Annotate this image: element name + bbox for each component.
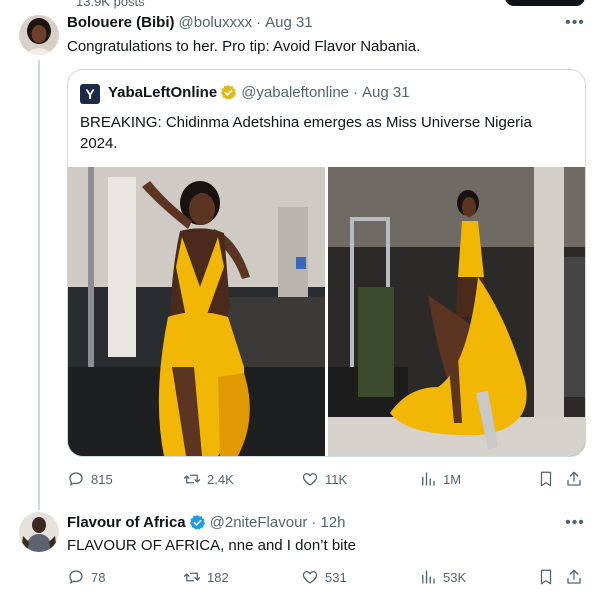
more-icon[interactable]: ••• (564, 15, 586, 32)
tweet-actions: 815 2.4K 11K 1M (67, 470, 584, 490)
posts-count: 13.9K posts (76, 0, 145, 9)
quote-author-name: YabaLeftOnline (108, 84, 218, 101)
share-button[interactable] (565, 568, 583, 586)
bookmark-button[interactable] (537, 470, 555, 488)
tweet-text: FLAVOUR OF AFRICA, nne and I don’t bite (67, 537, 357, 554)
author-handle[interactable]: @2niteFlavour (210, 514, 308, 531)
like-button[interactable]: 531 (301, 568, 347, 586)
bookmark-icon (540, 471, 552, 487)
avatar[interactable] (19, 15, 59, 55)
like-icon (302, 473, 318, 486)
author-handle[interactable]: @boluxxxx (179, 14, 253, 31)
separator-dot: · (353, 84, 359, 101)
author-name[interactable]: Bolouere (Bibi) (67, 14, 175, 31)
repost-icon (183, 572, 201, 582)
quoted-tweet[interactable]: Y YabaLeftOnline @yabaleftonline · Aug 3… (67, 69, 586, 457)
separator-dot: · (311, 514, 317, 531)
bookmark-button[interactable] (537, 568, 555, 586)
like-count: 531 (325, 569, 347, 585)
avatar[interactable] (19, 512, 59, 552)
reply-button[interactable]: 815 (67, 470, 113, 488)
photo-right[interactable] (328, 167, 585, 456)
quote-text: BREAKING: Chidinma Adetshina emerges as … (80, 114, 532, 152)
tweet-time[interactable]: 12h (320, 514, 345, 531)
thread-line (38, 60, 40, 510)
more-icon[interactable]: ••• (564, 515, 586, 532)
separator-dot: · (256, 14, 262, 31)
quote-time: Aug 31 (362, 84, 410, 101)
tweet-text: Congratulations to her. Pro tip: Avoid F… (67, 38, 421, 55)
header-button[interactable] (505, 0, 585, 6)
share-icon (567, 471, 581, 486)
quote-avatar: Y (80, 84, 100, 104)
reply-button[interactable]: 78 (67, 568, 105, 586)
repost-button[interactable]: 182 (183, 568, 229, 586)
reply-icon (69, 472, 83, 486)
tweet-actions: 78 182 531 53K (67, 568, 584, 588)
views-button[interactable]: 1M (419, 470, 461, 488)
share-button[interactable] (565, 470, 583, 488)
tweet-header: Bolouere (Bibi) @boluxxxx · Aug 31 (67, 14, 313, 31)
tweet-header: Flavour of Africa @2niteFlavour · 12h (67, 514, 345, 531)
views-icon (422, 570, 435, 584)
quote-author-handle: @yabaleftonline (241, 84, 350, 101)
verified-badge-icon (220, 84, 237, 101)
views-button[interactable]: 53K (419, 568, 466, 586)
repost-count: 2.4K (207, 471, 234, 487)
reply-count: 78 (91, 569, 106, 585)
tweet-time[interactable]: Aug 31 (265, 14, 313, 31)
like-count: 11K (325, 471, 348, 487)
repost-icon (183, 474, 201, 484)
bookmark-icon (540, 569, 552, 585)
repost-button[interactable]: 2.4K (183, 470, 234, 488)
like-icon (302, 571, 318, 584)
like-button[interactable]: 11K (301, 470, 347, 488)
views-count: 53K (443, 569, 467, 585)
repost-count: 182 (207, 569, 229, 585)
photo-left[interactable] (68, 167, 325, 456)
share-icon (567, 569, 581, 584)
reply-count: 815 (91, 471, 113, 487)
views-icon (422, 472, 435, 486)
views-count: 1M (443, 471, 462, 487)
author-name[interactable]: Flavour of Africa (67, 514, 186, 531)
verified-badge-icon (189, 514, 206, 531)
quote-header: YabaLeftOnline @yabaleftonline · Aug 31 (108, 84, 410, 101)
reply-icon (69, 570, 83, 584)
